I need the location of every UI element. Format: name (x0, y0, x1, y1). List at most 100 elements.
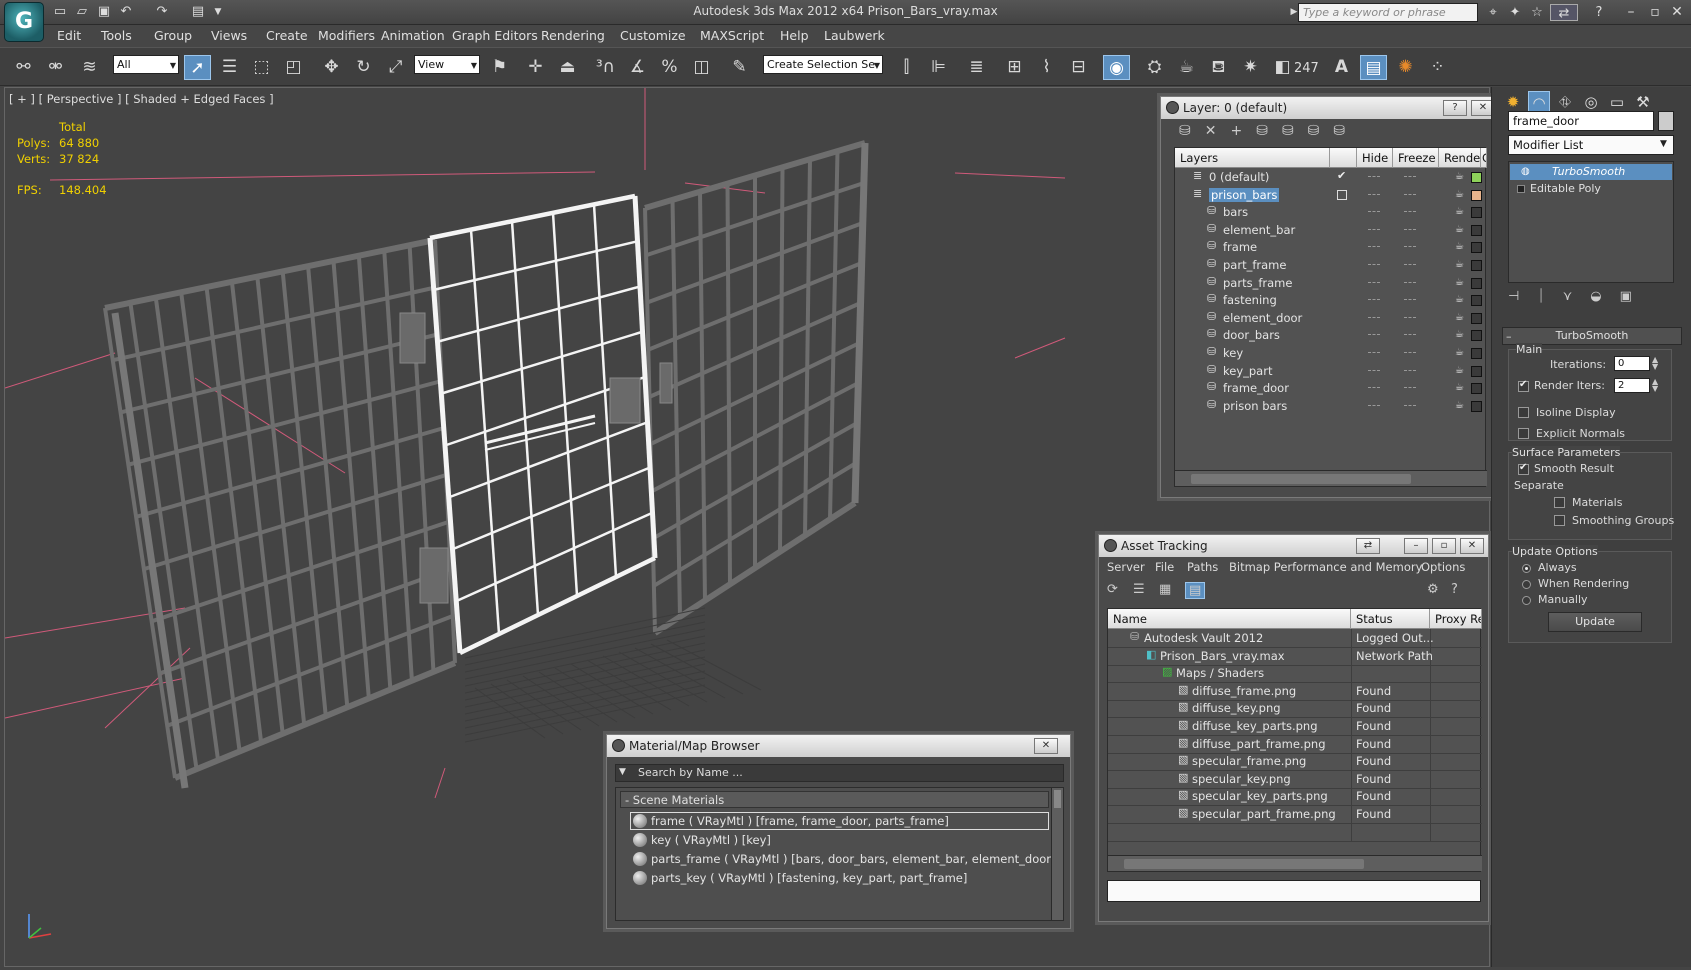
table-view-icon[interactable]: ▤ (1185, 582, 1206, 599)
layer-color-swatch[interactable] (1471, 400, 1482, 412)
layer-color-swatch[interactable] (1471, 312, 1482, 324)
render-iters-spinner-arrows-icon[interactable]: ▲ ▼ (1652, 378, 1658, 393)
percent-snap-icon[interactable]: % (656, 55, 683, 80)
asset-col-name[interactable]: Name (1108, 609, 1351, 629)
teapot-render-icon[interactable]: ☕ (1455, 171, 1468, 182)
menu-rendering[interactable]: Rendering (541, 28, 605, 43)
hide-toggle[interactable] (1368, 404, 1380, 407)
freeze-toggle[interactable] (1404, 176, 1416, 178)
new-layer-icon[interactable]: ⛁ (1179, 123, 1205, 139)
asset-row[interactable]: ▧ specular_frame.png Found (1108, 752, 1482, 772)
material-editor-icon[interactable]: ◉ (1103, 55, 1130, 80)
close-icon[interactable]: ✕ (1668, 3, 1686, 21)
hide-toggle[interactable] (1368, 352, 1380, 354)
col-hide[interactable]: Hide (1357, 148, 1393, 168)
smooth-result-checkbox[interactable] (1518, 462, 1529, 475)
asset-window-titlebar[interactable]: Asset Tracking ⇄ – ▫ ✕ (1099, 535, 1488, 557)
freeze-toggle[interactable] (1404, 369, 1416, 372)
active-layer-check-icon[interactable]: ✔ (1337, 169, 1346, 182)
delete-layer-icon[interactable]: ✕ (1205, 123, 1231, 139)
render-iters-checkbox[interactable] (1518, 379, 1529, 392)
mirror-icon[interactable]: ⫿ (893, 55, 920, 80)
scene-materials-section[interactable]: - Scene Materials (620, 791, 1049, 808)
iterations-spinner[interactable]: 0 (1614, 356, 1650, 371)
stack-item-editable-poly[interactable]: Editable Poly (1510, 181, 1672, 197)
layer-row[interactable]: ⛁ key_part ☕ (1175, 362, 1487, 381)
light-icon[interactable]: ✷ (1237, 55, 1264, 80)
keyboard-shortcut-icon[interactable]: ⏏ (554, 55, 581, 80)
asset-menu-server[interactable]: Server (1107, 560, 1145, 574)
maximize-icon[interactable]: ▫ (1646, 3, 1664, 21)
menu-maxscript[interactable]: MAXScript (700, 28, 764, 43)
menu-group[interactable]: Group (154, 28, 192, 43)
box-icon[interactable]: ◧ (1269, 55, 1296, 80)
layer-row[interactable]: ⛁ element_bar ☕ (1175, 221, 1487, 240)
hide-toggle[interactable] (1368, 228, 1380, 231)
menu-tools[interactable]: Tools (101, 28, 132, 43)
render-iters-spinner[interactable]: 2 (1614, 378, 1650, 393)
bind-spacewarp-icon[interactable]: ≋ (76, 55, 103, 80)
select-manipulate-icon[interactable]: ✛ (522, 55, 549, 80)
teapot-render-icon[interactable]: ☕ (1455, 294, 1468, 305)
spinner-snap-icon[interactable]: ◫ (688, 55, 715, 80)
hide-toggle[interactable] (1368, 193, 1380, 196)
freeze-toggle[interactable] (1404, 193, 1416, 196)
teapot-render-icon[interactable]: ☕ (1455, 259, 1468, 270)
isoline-display-checkbox[interactable] (1518, 407, 1529, 418)
freeze-toggle[interactable] (1404, 316, 1416, 319)
angle-snap-icon[interactable]: ∡ (624, 55, 651, 80)
open-file-icon[interactable]: ▱ (74, 4, 90, 20)
material-item[interactable]: key ( VRayMtl ) [key] (630, 831, 1049, 849)
layer-color-swatch[interactable] (1471, 383, 1482, 395)
asset-row[interactable]: ▧ diffuse_key.png Found (1108, 699, 1482, 719)
layer-row[interactable]: ≣ prison_bars ☕ (1175, 186, 1487, 205)
thumbnail-icon[interactable]: ▦ (1159, 582, 1171, 597)
menu-modifiers[interactable]: Modifiers (318, 28, 375, 43)
bulb-icon[interactable]: ◍ (1521, 166, 1530, 177)
freeze-all-icon[interactable]: ⛁ (1333, 123, 1359, 139)
smoothing-groups-checkbox[interactable] (1554, 515, 1565, 526)
tools-icon[interactable]: ✦ (1506, 4, 1524, 21)
freeze-toggle[interactable] (1404, 334, 1416, 336)
freeze-toggle[interactable] (1404, 281, 1416, 284)
always-radio[interactable] (1522, 564, 1531, 573)
window-crossing-icon[interactable]: ◰ (280, 55, 307, 80)
snaps-toggle-icon[interactable]: ³∩ (592, 55, 619, 80)
material-close-button[interactable]: ✕ (1034, 738, 1058, 754)
freeze-toggle[interactable] (1404, 246, 1416, 248)
help-tool-icon[interactable]: ? (1451, 582, 1458, 597)
select-by-name-icon[interactable]: ☰ (216, 55, 243, 80)
teapot-render-icon[interactable]: ☕ (1455, 347, 1468, 358)
add-to-layer-icon[interactable]: + (1230, 123, 1256, 139)
layer-row[interactable]: ⛁ frame ☕ (1175, 238, 1487, 257)
scale-icon[interactable]: ⤢ (382, 55, 409, 80)
render-setup-icon[interactable]: ⛭ (1141, 55, 1168, 80)
freeze-toggle[interactable] (1404, 228, 1416, 231)
make-unique-icon[interactable]: ⋎ (1563, 289, 1591, 304)
material-item[interactable]: frame ( VRayMtl ) [frame, frame_door, pa… (630, 812, 1049, 830)
expand-icon[interactable] (1517, 185, 1525, 193)
pin-stack-icon[interactable]: ⊣ (1508, 289, 1537, 304)
layer-color-swatch[interactable] (1471, 172, 1482, 183)
modify-tab-icon[interactable]: ◠ (1528, 91, 1550, 113)
hide-toggle[interactable] (1368, 369, 1380, 372)
menu-animation[interactable]: Animation (381, 28, 445, 43)
asset-path-field[interactable] (1107, 880, 1481, 902)
stack-item-turbosmooth[interactable]: TurboSmooth (1510, 164, 1672, 180)
layer-color-swatch[interactable] (1471, 189, 1482, 201)
col-render[interactable]: Render (1439, 148, 1485, 168)
material-window-titlebar[interactable]: Material/Map Browser ✕ (607, 735, 1070, 757)
schematic-view-icon[interactable]: ⊟ (1065, 55, 1092, 80)
menu-views[interactable]: Views (211, 28, 247, 43)
move-icon[interactable]: ✥ (318, 55, 345, 80)
hide-toggle[interactable] (1368, 211, 1380, 213)
align-icon[interactable]: ⊫ (925, 55, 952, 80)
layer-window-titlebar[interactable]: Layer: 0 (default) ? ✕ (1161, 97, 1499, 119)
viewport-label[interactable]: [ + ] [ Perspective ] [ Shaded + Edged F… (9, 92, 274, 106)
save-icon[interactable]: ▣ (96, 4, 112, 20)
col-color[interactable]: Color (1481, 148, 1487, 168)
asset-menu-options[interactable]: Options (1421, 560, 1465, 574)
utilities-tab-icon[interactable]: ⚒ (1632, 91, 1654, 113)
layer-row[interactable]: ⛁ bars ☕ (1175, 203, 1487, 222)
hide-toggle[interactable] (1368, 264, 1380, 266)
